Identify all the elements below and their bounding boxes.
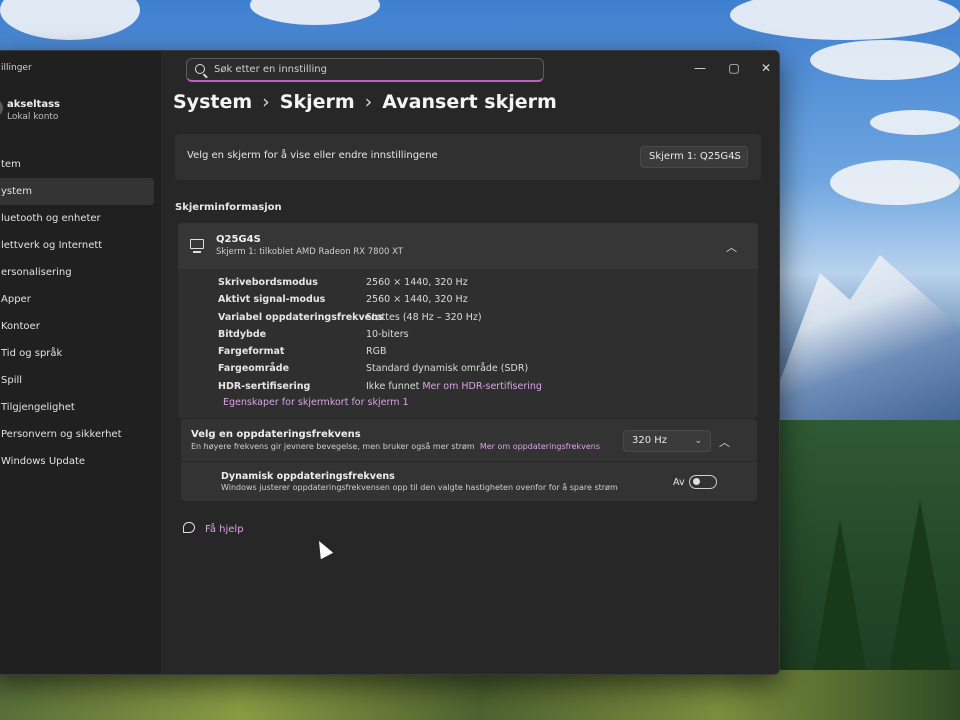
display-dropdown-value: Skjerm 1: Q25G4S — [649, 151, 741, 162]
hdr-status: Ikke funnet — [366, 380, 420, 392]
info-key: Fargeformat — [218, 346, 285, 358]
close-button[interactable]: ✕ — [759, 61, 773, 75]
info-row: Skrivebordsmodus 2560 × 1440, 320 Hz — [218, 277, 738, 294]
refresh-rate-title: Velg en oppdateringsfrekvens — [191, 429, 361, 440]
info-value: Ikke funnet Mer om HDR-sertifisering — [366, 381, 542, 398]
breadcrumb-separator: › — [262, 91, 270, 113]
refresh-rate-card: Velg en oppdateringsfrekvens En høyere f… — [181, 419, 757, 501]
sidebar-item-bluetooth[interactable]: luetooth og enheter — [0, 205, 156, 232]
info-row: Bitdybde 10-biters — [218, 329, 738, 346]
maximize-button[interactable]: ▢ — [727, 61, 741, 75]
cloud — [250, 0, 380, 25]
sidebar-item-privacy[interactable]: Personvern og sikkerhet — [0, 421, 156, 448]
monitor-icon — [190, 239, 204, 253]
sidebar-item-accounts[interactable]: Kontoer — [0, 313, 156, 340]
monitor-connection: Skjerm 1: tilkoblet AMD Radeon RX 7800 X… — [216, 247, 403, 257]
cloud — [870, 110, 960, 135]
sidebar-item-network[interactable]: lettverk og Internett — [0, 232, 156, 259]
info-row: Fargeformat RGB — [218, 346, 738, 363]
chevron-down-icon: ⌄ — [731, 152, 739, 162]
chevron-up-icon[interactable]: ︿ — [719, 434, 730, 450]
monitor-name: Q25G4S — [216, 234, 261, 245]
sidebar-item-system[interactable]: ystem — [0, 178, 154, 205]
sidebar-item-time-language[interactable]: Tid og språk — [0, 340, 156, 367]
info-value: 2560 × 1440, 320 Hz — [366, 277, 468, 288]
breadcrumb: System › Skjerm › Avansert skjerm — [173, 91, 557, 113]
cloud — [0, 0, 140, 40]
dynamic-refresh-toggle[interactable] — [689, 475, 717, 489]
cloud — [730, 0, 960, 40]
info-value: RGB — [366, 346, 387, 358]
user-name: akseltass — [7, 99, 60, 110]
info-key: HDR-sertifisering — [218, 380, 311, 392]
sidebar: illinger akseltass Lokal konto tem ystem… — [0, 51, 161, 674]
info-row: Variabel oppdateringsfrekvens Støttes (4… — [218, 312, 738, 329]
chevron-up-icon[interactable]: ︿ — [726, 239, 737, 255]
cloud — [830, 160, 960, 205]
get-help-link[interactable]: Få hjelp — [205, 524, 244, 535]
refresh-rate-value: 320 Hz — [632, 435, 668, 446]
info-value: Standard dynamisk område (SDR) — [366, 363, 529, 375]
user-account-type: Lokal konto — [7, 112, 59, 122]
chevron-down-icon: ⌄ — [694, 436, 702, 446]
toggle-knob — [693, 478, 700, 485]
breadcrumb-system[interactable]: System — [173, 91, 252, 113]
cloud — [810, 40, 960, 80]
sidebar-item-apps[interactable]: Apper — [0, 286, 156, 313]
search-value: Søk etter en innstilling — [214, 64, 327, 75]
info-value: 10-biters — [366, 328, 409, 340]
refresh-rate-description: En høyere frekvens gir jevnere bevegelse… — [191, 442, 600, 451]
dynamic-refresh-title: Dynamisk oppdateringsfrekvens — [221, 471, 395, 482]
sidebar-item-personalization[interactable]: ersonalisering — [0, 259, 156, 286]
mountain — [760, 255, 960, 435]
info-key: Skrivebordsmodus — [218, 277, 318, 288]
sidebar-item-windows-update[interactable]: Windows Update — [0, 448, 156, 475]
search-icon — [195, 64, 205, 74]
display-dropdown[interactable]: Skjerm 1: Q25G4S ⌄ — [640, 146, 748, 168]
display-info-table: Skrivebordsmodus 2560 × 1440, 320 Hz Akt… — [218, 277, 738, 398]
sidebar-item-accessibility[interactable]: Tilgjengelighet — [0, 394, 156, 421]
info-row: Fargeområde Standard dynamisk område (SD… — [218, 363, 738, 380]
info-row: Aktivt signal-modus 2560 × 1440, 320 Hz — [218, 294, 738, 311]
breadcrumb-separator: › — [364, 91, 373, 113]
refresh-rate-info-link[interactable]: Mer om oppdateringsfrekvens — [480, 442, 600, 451]
toggle-state-label: Av — [673, 477, 685, 488]
search-input[interactable]: Søk etter en innstilling — [186, 58, 544, 82]
refresh-rate-dropdown[interactable]: 320 Hz ⌄ — [623, 430, 711, 452]
info-key: Bitdybde — [218, 328, 267, 340]
section-title: Skjerminformasjon — [175, 202, 282, 213]
avatar[interactable] — [0, 99, 3, 117]
display-select-label: Velg en skjerm for å vise eller endre in… — [187, 150, 438, 161]
page-title: Avansert skjerm — [382, 91, 557, 113]
info-value: 2560 × 1440, 320 Hz — [366, 294, 468, 306]
adapter-properties-link[interactable]: Egenskaper for skjermkort for skjerm 1 — [223, 397, 409, 408]
info-value: Støttes (48 Hz – 320 Hz) — [366, 311, 482, 323]
help-icon — [183, 522, 195, 533]
sidebar-item-home[interactable]: tem — [0, 151, 156, 178]
sidebar-item-gaming[interactable]: Spill — [0, 367, 156, 394]
info-key: Fargeområde — [218, 363, 290, 375]
settings-window: illinger akseltass Lokal konto tem ystem… — [0, 50, 780, 675]
info-row: HDR-sertifisering Ikke funnet Mer om HDR… — [218, 381, 738, 398]
refresh-rate-subtitle: En høyere frekvens gir jevnere bevegelse… — [191, 442, 475, 451]
app-title: illinger — [1, 63, 32, 73]
display-info-header[interactable]: Q25G4S Skjerm 1: tilkoblet AMD Radeon RX… — [178, 223, 758, 269]
info-key: Aktivt signal-modus — [218, 294, 326, 306]
hdr-info-link[interactable]: Mer om HDR-sertifisering — [422, 381, 542, 392]
sidebar-nav: tem ystem luetooth og enheter lettverk o… — [0, 151, 156, 475]
display-info-card: Q25G4S Skjerm 1: tilkoblet AMD Radeon RX… — [178, 223, 758, 418]
dynamic-refresh-description: Windows justerer oppdateringsfrekvensen … — [221, 483, 618, 492]
minimize-button[interactable]: — — [693, 61, 707, 75]
info-key: Variabel oppdateringsfrekvens — [218, 311, 384, 323]
display-select-row: Velg en skjerm for å vise eller endre in… — [175, 134, 761, 180]
refresh-rate-header: Velg en oppdateringsfrekvens En høyere f… — [181, 419, 757, 462]
breadcrumb-display[interactable]: Skjerm — [280, 91, 355, 113]
meadow — [0, 670, 960, 720]
